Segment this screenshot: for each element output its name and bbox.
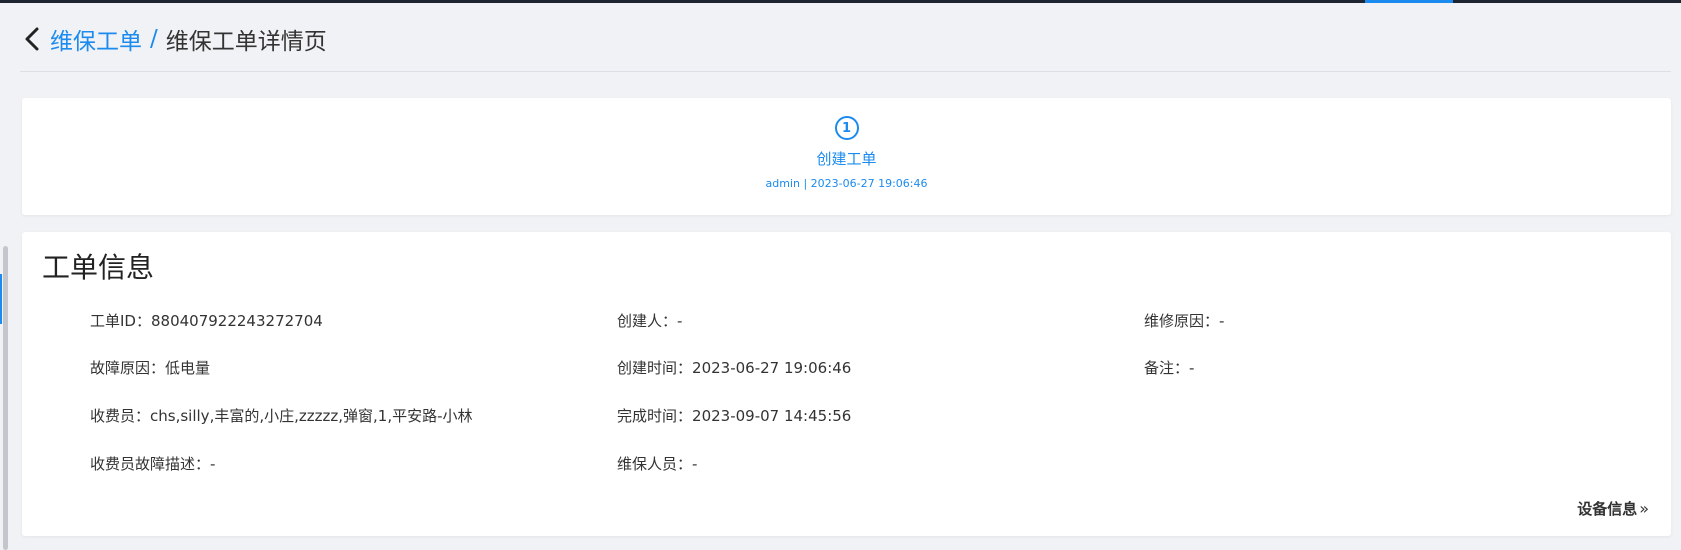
scrollbar[interactable] [0, 240, 9, 550]
scrollbar-marker [0, 274, 2, 324]
breadcrumb: 维保工单 / 维保工单详情页 [20, 22, 327, 56]
order-info-card: 工单信息 工单ID880407922243272704 故障原因低电量 收费员c… [22, 232, 1671, 536]
device-info-link[interactable]: 设备信息 » [1577, 498, 1649, 519]
field-fault-reason: 故障原因低电量 [90, 357, 210, 378]
field-order-id: 工单ID880407922243272704 [90, 310, 323, 331]
field-value: - [677, 312, 683, 330]
field-label: 工单ID [90, 312, 151, 330]
step-number-icon: 1 [834, 116, 859, 140]
breadcrumb-separator: / [150, 26, 158, 52]
field-value: 低电量 [165, 359, 211, 377]
top-bar-active-indicator [1365, 0, 1453, 3]
field-label: 收费员 [90, 407, 150, 425]
section-title: 工单信息 [42, 251, 155, 284]
header-divider [20, 71, 1671, 72]
field-remark: 备注- [1144, 357, 1194, 378]
field-completed-time: 完成时间2023-09-07 14:45:56 [617, 405, 851, 426]
device-info-label: 设备信息 [1577, 500, 1638, 518]
field-value: 880407922243272704 [151, 312, 323, 330]
chevron-left-icon[interactable] [20, 22, 44, 56]
step-create-order: 1 创建工单 admin | 2023-06-27 19:06:46 [22, 116, 1671, 190]
field-label: 备注 [1144, 359, 1189, 377]
step-description: admin | 2023-06-27 19:06:46 [765, 177, 928, 190]
field-value: 2023-06-27 19:06:46 [692, 359, 852, 377]
field-value: - [692, 455, 698, 473]
field-label: 维修原因 [1144, 312, 1219, 330]
field-label: 收费员故障描述 [90, 455, 210, 473]
field-label: 创建时间 [617, 359, 692, 377]
field-repair-reason: 维修原因- [1144, 310, 1224, 331]
field-cashier: 收费员chs,silly,丰富的,小庄,zzzzz,弹窗,1,平安路-小林 [90, 405, 473, 426]
field-label: 维保人员 [617, 455, 692, 473]
field-label: 创建人 [617, 312, 677, 330]
page-title: 维保工单详情页 [165, 29, 327, 55]
field-value: chs,silly,丰富的,小庄,zzzzz,弹窗,1,平安路-小林 [150, 407, 473, 425]
field-value: - [1189, 359, 1195, 377]
double-chevron-right-icon: » [1639, 499, 1649, 518]
field-label: 故障原因 [90, 359, 165, 377]
field-cashier-fault-description: 收费员故障描述- [90, 453, 215, 474]
field-value: - [210, 455, 216, 473]
steps-card: 1 创建工单 admin | 2023-06-27 19:06:46 [22, 98, 1671, 215]
field-created-time: 创建时间2023-06-27 19:06:46 [617, 357, 851, 378]
breadcrumb-parent-link[interactable]: 维保工单 [50, 22, 142, 56]
field-creator: 创建人- [617, 310, 682, 331]
scrollbar-thumb[interactable] [3, 246, 8, 550]
field-value: - [1219, 312, 1225, 330]
field-maintainer: 维保人员- [617, 453, 697, 474]
field-value: 2023-09-07 14:45:56 [692, 407, 852, 425]
step-title: 创建工单 [816, 150, 877, 168]
field-label: 完成时间 [617, 407, 692, 425]
